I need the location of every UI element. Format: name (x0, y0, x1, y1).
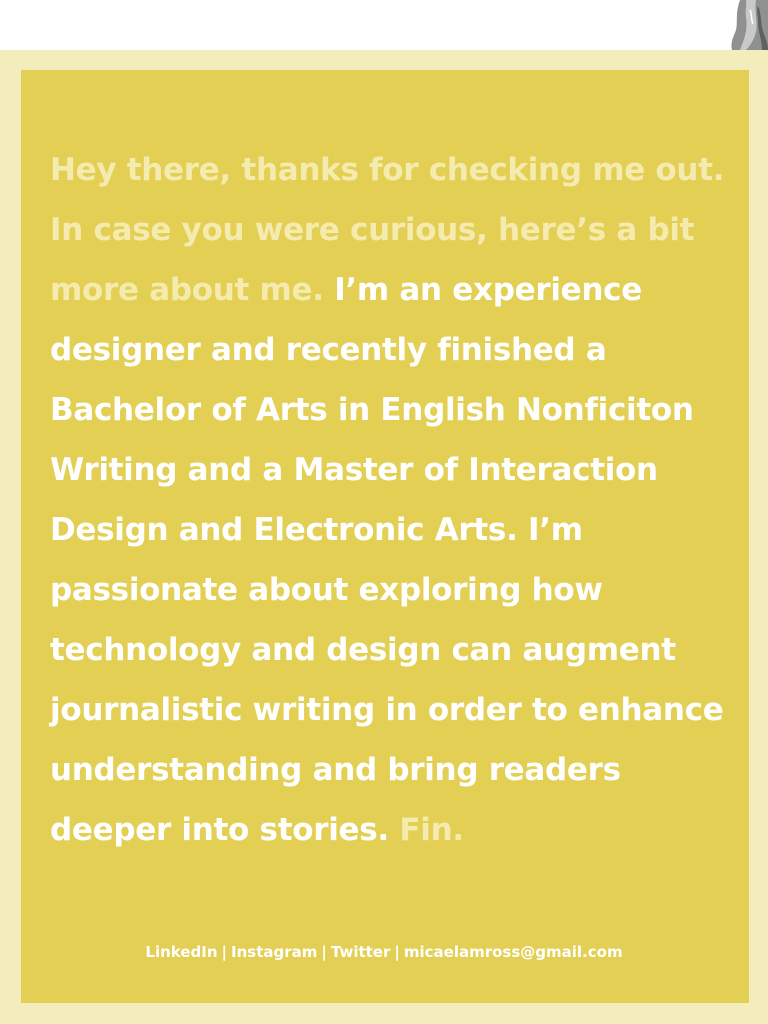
twitter-link[interactable]: Twitter (331, 943, 391, 961)
bio-body: I’m an experience designer and recently … (50, 272, 724, 848)
profile-photo-fragment (731, 0, 768, 50)
instagram-link[interactable]: Instagram (231, 943, 317, 961)
email-link[interactable]: micaelamross@gmail.com (404, 943, 623, 961)
footer-separator: | (321, 943, 327, 961)
top-strip (0, 0, 768, 50)
footer-separator: | (394, 943, 400, 961)
footer-separator: | (221, 943, 228, 961)
bio-paragraph: Hey there, thanks for checking me out. I… (50, 140, 730, 860)
bio-outro: Fin. (399, 812, 464, 848)
about-page: Hey there, thanks for checking me out. I… (0, 0, 768, 1024)
linkedin-link[interactable]: LinkedIn (145, 943, 217, 961)
footer-links: LinkedIn | Instagram | Twitter | micaelamross@… (0, 943, 768, 961)
about-card: Hey there, thanks for checking me out. I… (21, 70, 749, 1003)
